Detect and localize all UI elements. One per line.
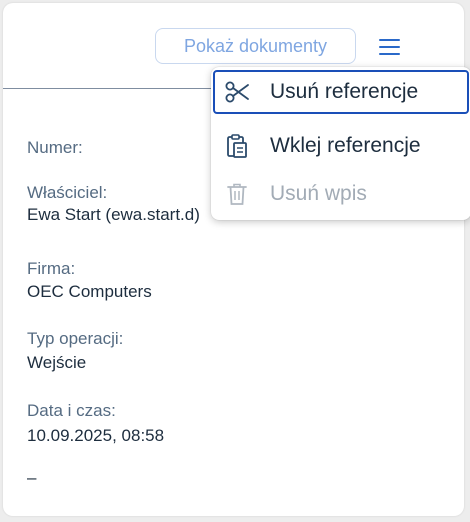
menu-item-label: Wklej referencje — [270, 134, 421, 157]
menu-icon-bar — [379, 46, 400, 48]
field-value: Ewa Start (ewa.start.d) — [27, 205, 200, 224]
menu-item-label: Usuń wpis — [270, 182, 367, 205]
field-label: Data i czas: — [27, 401, 116, 420]
field-label: Firma: — [27, 259, 76, 278]
field-value: OEC Computers — [27, 282, 152, 301]
empty-value-dash: – — [27, 468, 37, 487]
scissors-icon — [225, 81, 249, 103]
field-value: Wejście — [27, 353, 87, 372]
menu-item-label: Usuń referencje — [270, 80, 419, 103]
show-documents-button[interactable]: Pokaż dokumenty — [155, 28, 356, 64]
field-label: Numer: — [27, 138, 83, 157]
field-value: 10.09.2025, 08:58 — [27, 426, 165, 445]
menu-item-delete-entry: Usuń wpis — [213, 172, 469, 216]
overflow-menu-button[interactable] — [373, 32, 405, 62]
menu-item-remove-references[interactable]: Usuń referencje — [213, 70, 469, 114]
menu-item-paste-references[interactable]: Wklej referencje — [213, 124, 469, 168]
object-details-card: Pokaż dokumenty Numer: Właściciel: Ewa S… — [3, 3, 470, 516]
paste-icon — [227, 134, 247, 158]
menu-icon — [379, 39, 400, 41]
field-label: Typ operacji: — [27, 329, 124, 348]
field-label: Właściciel: — [27, 183, 108, 202]
menu-icon-bar — [379, 53, 400, 55]
actions-menu-popover: Usuń referencje Wklej referencje Usuń wp… — [211, 67, 470, 220]
trash-icon — [227, 183, 247, 205]
